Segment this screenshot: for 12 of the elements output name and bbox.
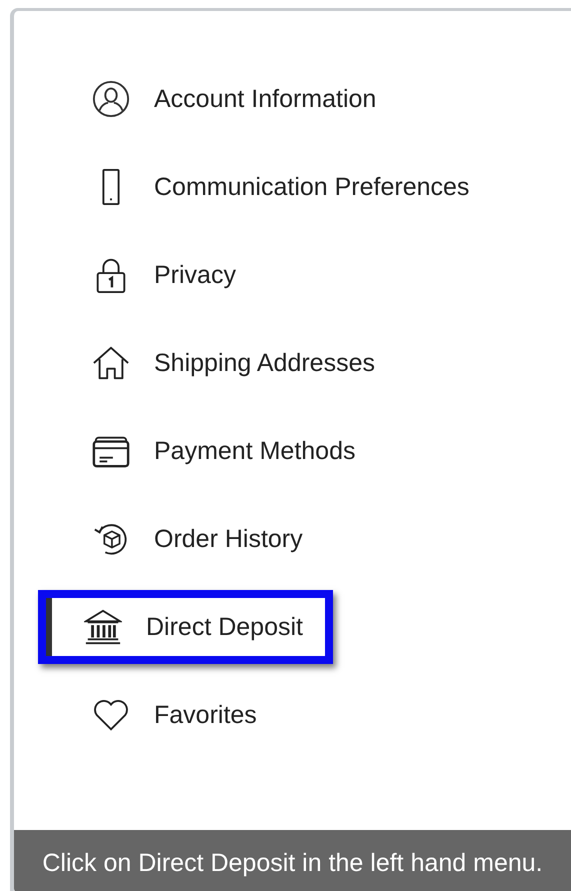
menu-item[interactable]: Payment Methods [38, 414, 386, 488]
menu-item[interactable]: Communication Preferences [38, 150, 500, 224]
menu-item[interactable]: Direct Deposit [38, 590, 333, 664]
menu-item[interactable]: Favorites [38, 678, 287, 752]
person-icon [92, 80, 130, 118]
menu-item[interactable]: Account Information [38, 62, 406, 136]
menu-item[interactable]: Privacy [38, 238, 266, 312]
caption-text: Click on Direct Deposit in the left hand menu. [42, 849, 543, 877]
house-icon [92, 344, 130, 382]
menu-item[interactable]: Shipping Addresses [38, 326, 405, 400]
bank-icon [84, 608, 122, 646]
menu-item[interactable]: Order History [38, 502, 333, 576]
